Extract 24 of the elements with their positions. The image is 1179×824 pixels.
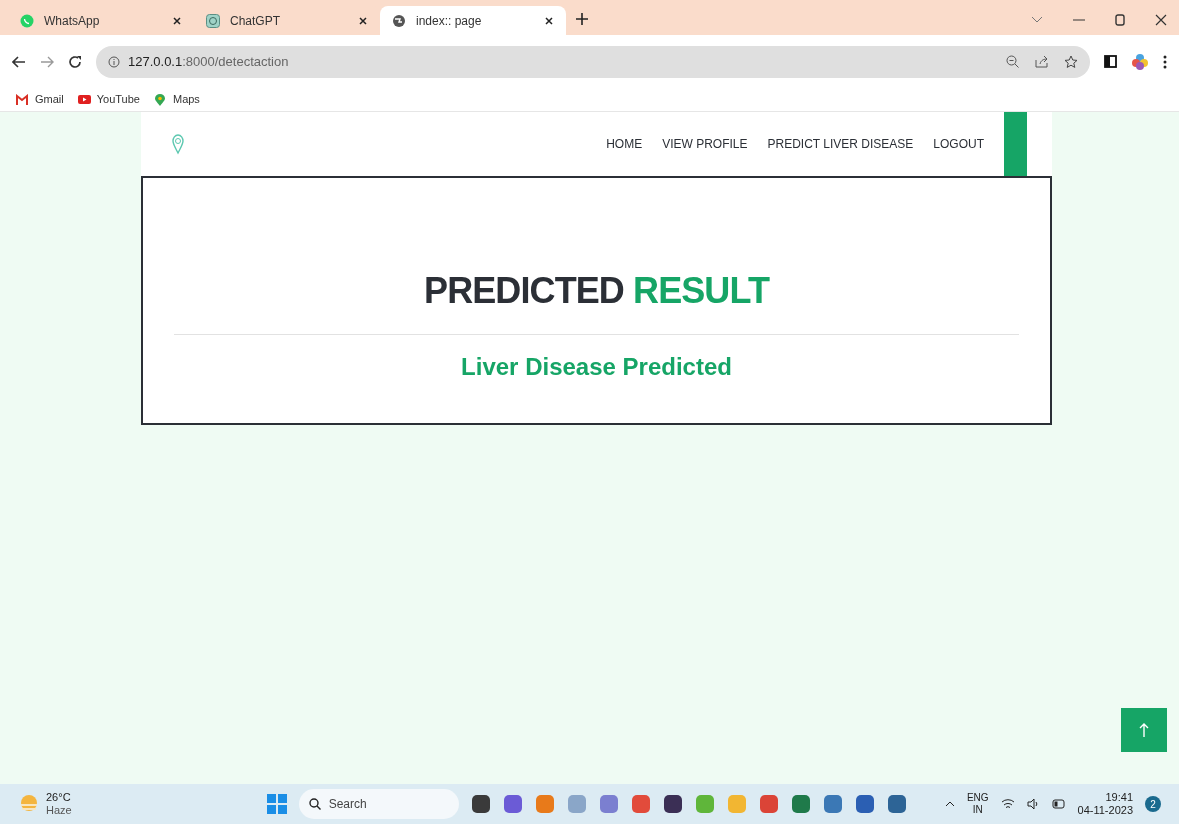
temperature-text: 26°C (46, 791, 72, 804)
browser-tab[interactable]: index:: page (380, 6, 566, 35)
region-text: IN (972, 804, 983, 816)
tab-title: index:: page (416, 12, 483, 30)
nav-link[interactable]: LOGOUT (933, 135, 984, 153)
language-text: ENG (966, 792, 989, 804)
nav-link[interactable]: PREDICT LIVER DISEASE (767, 135, 914, 153)
weather-text: Haze (46, 804, 72, 817)
bookmark-link[interactable]: Maps (153, 91, 200, 108)
result-message: Liver Disease Predicted (461, 352, 732, 382)
tab-title: WhatsApp (44, 12, 101, 30)
clock-time: 19:41 (1105, 791, 1133, 804)
result-heading: PREDICTED RESULT (424, 269, 769, 313)
nav-link[interactable]: HOME (606, 135, 643, 153)
bookmark-link[interactable]: Gmail (16, 91, 64, 108)
url-text: 127.0.0.1:8000/detectaction (128, 52, 289, 71)
notification-badge[interactable]: 2 (1145, 796, 1161, 812)
search-placeholder: Search (328, 796, 367, 813)
taskbar-search-field[interactable]: Search (298, 789, 459, 819)
tab-title: ChatGPT (230, 12, 281, 30)
bookmark-link[interactable]: YouTube (77, 91, 140, 108)
clock-date: 04-11-2023 (1077, 804, 1133, 817)
address-bar[interactable]: 127.0.0.1:8000/detectaction (96, 45, 1090, 78)
nav-link[interactable]: VIEW PROFILE (662, 135, 748, 153)
